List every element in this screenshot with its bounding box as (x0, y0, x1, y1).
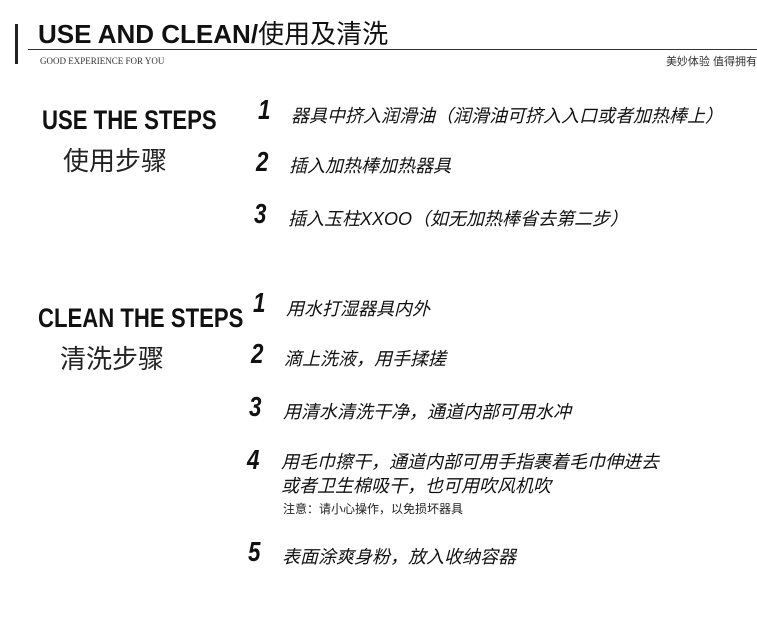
use-step-1-text: 器具中挤入润滑油（润滑油可挤入入口或者加热棒上） (291, 106, 723, 126)
clean-step-3-number: 3 (249, 391, 262, 422)
clean-step-4-number: 4 (247, 444, 260, 475)
clean-step-4-text: 用毛巾擦干，通道内部可用手指裹着毛巾伸进去 (281, 452, 659, 472)
header-accent-bar (15, 24, 18, 64)
clean-step-1-text: 用水打湿器具内外 (286, 299, 430, 319)
use-section-title-en: USE THE STEPS (42, 105, 217, 135)
page-tagline: 美妙体验 值得拥有 (665, 56, 757, 68)
page-title-cn: 使用及清洗 (258, 20, 389, 50)
clean-step-2-number: 2 (251, 338, 264, 369)
page-title: USE AND CLEAN/使用及清洗 (38, 14, 388, 51)
clean-section-title-en: CLEAN THE STEPS (38, 303, 244, 333)
clean-step-1-number: 1 (253, 287, 266, 318)
use-step-3-text: 插入玉柱XXOO（如无加热棒省去第二步） (288, 209, 629, 229)
use-step-2-number: 2 (256, 146, 269, 177)
use-step-2-text: 插入加热棒加热器具 (289, 156, 451, 176)
clean-step-4-text-line2: 或者卫生棉吸干，也可用吹风机吹 (281, 476, 551, 496)
clean-caution-note: 注意：请小心操作，以免损坏器具 (283, 502, 464, 516)
clean-step-2-text: 滴上洗液，用手揉搓 (284, 349, 446, 369)
clean-step-3-text: 用清水清洗干净，通道内部可用水冲 (283, 402, 571, 422)
use-step-1-number: 1 (258, 94, 271, 125)
use-step-3-number: 3 (254, 198, 267, 229)
clean-section-title-cn: 清洗步骤 (60, 345, 165, 375)
page-subtitle: GOOD EXPERIENCE FOR YOU (40, 56, 165, 66)
page-title-en: USE AND CLEAN/ (38, 19, 259, 49)
header-divider (28, 49, 757, 50)
use-section-title-cn: 使用步骤 (63, 147, 168, 177)
clean-step-5-number: 5 (248, 536, 261, 567)
clean-step-5-text: 表面涂爽身粉，放入收纳容器 (282, 547, 516, 567)
